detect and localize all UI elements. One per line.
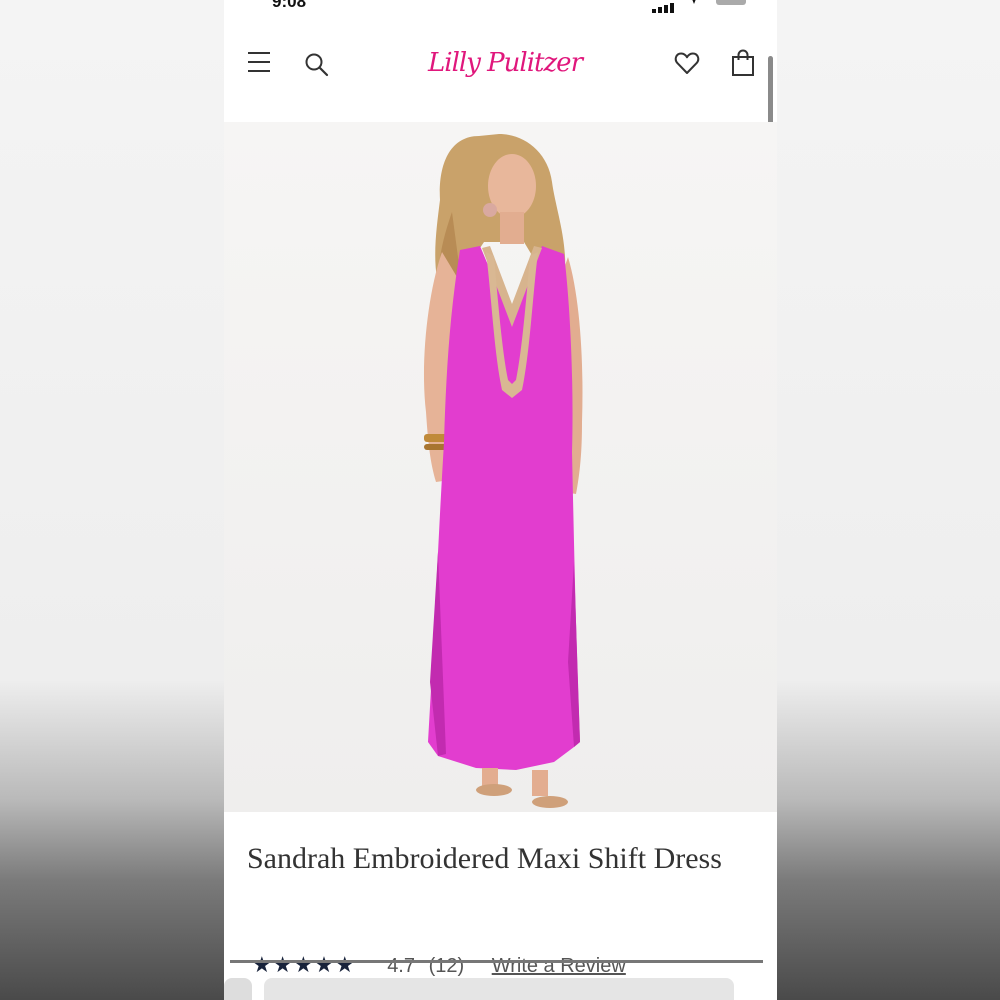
brand-logo[interactable]: Lilly Pulitzer [420, 38, 590, 88]
model-in-pink-maxi-dress [224, 122, 777, 812]
hamburger-menu-icon[interactable] [248, 52, 270, 72]
heart-icon[interactable] [674, 50, 700, 76]
bottom-action-bar[interactable] [264, 978, 734, 1000]
battery-icon [716, 0, 746, 5]
mobile-page: 9:08 Lilly Pulitzer Sandrah Embroidered … [224, 0, 777, 1000]
shopping-bag-icon[interactable] [730, 49, 756, 77]
scroll-indicator-line [230, 960, 763, 963]
review-count[interactable]: (12) [429, 955, 465, 977]
rating-value: 4.7 [387, 955, 415, 977]
write-review-link[interactable]: Write a Review [492, 955, 626, 977]
bottom-bar-tab[interactable] [224, 978, 252, 1000]
site-header: Lilly Pulitzer [224, 30, 777, 120]
rating-row: ★★★★★ 4.7 (12) Write a Review [252, 952, 626, 977]
status-time: 9:08 [272, 0, 307, 11]
rating-stars[interactable]: ★★★★★ [252, 952, 356, 977]
wifi-icon [690, 0, 698, 4]
product-image[interactable] [224, 122, 777, 812]
signal-icon [652, 0, 676, 13]
search-icon[interactable] [304, 52, 330, 78]
product-title: Sandrah Embroidered Maxi Shift Dress [247, 842, 722, 875]
